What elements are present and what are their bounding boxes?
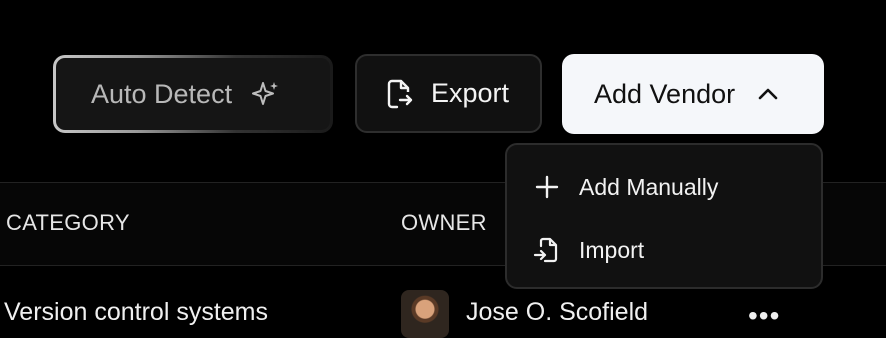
plus-icon — [535, 175, 559, 199]
auto-detect-label: Auto Detect — [91, 78, 233, 109]
chevron-up-icon — [758, 88, 778, 100]
category-cell: Version control systems — [4, 298, 268, 326]
sparkle-icon — [252, 82, 279, 105]
import-file-icon — [533, 237, 558, 263]
add-vendor-menu: Add Manually Import — [505, 143, 823, 289]
auto-detect-button[interactable]: Auto Detect — [53, 55, 333, 133]
export-label: Export — [431, 78, 510, 108]
menu-item-import[interactable]: Import — [507, 222, 821, 278]
menu-item-label: Import — [579, 236, 645, 263]
avatar — [401, 290, 449, 338]
column-header-category[interactable]: CATEGORY — [6, 210, 130, 236]
export-file-icon — [387, 79, 413, 108]
add-vendor-button[interactable]: Add Vendor — [562, 54, 824, 134]
owner-cell: Jose O. Scofield — [466, 298, 649, 326]
more-options-icon[interactable]: ••• — [748, 300, 780, 332]
add-vendor-label: Add Vendor — [594, 78, 736, 109]
column-header-owner[interactable]: OWNER — [401, 210, 487, 236]
menu-item-add-manually[interactable]: Add Manually — [507, 159, 821, 215]
menu-item-label: Add Manually — [579, 173, 719, 200]
export-button[interactable]: Export — [355, 54, 542, 133]
